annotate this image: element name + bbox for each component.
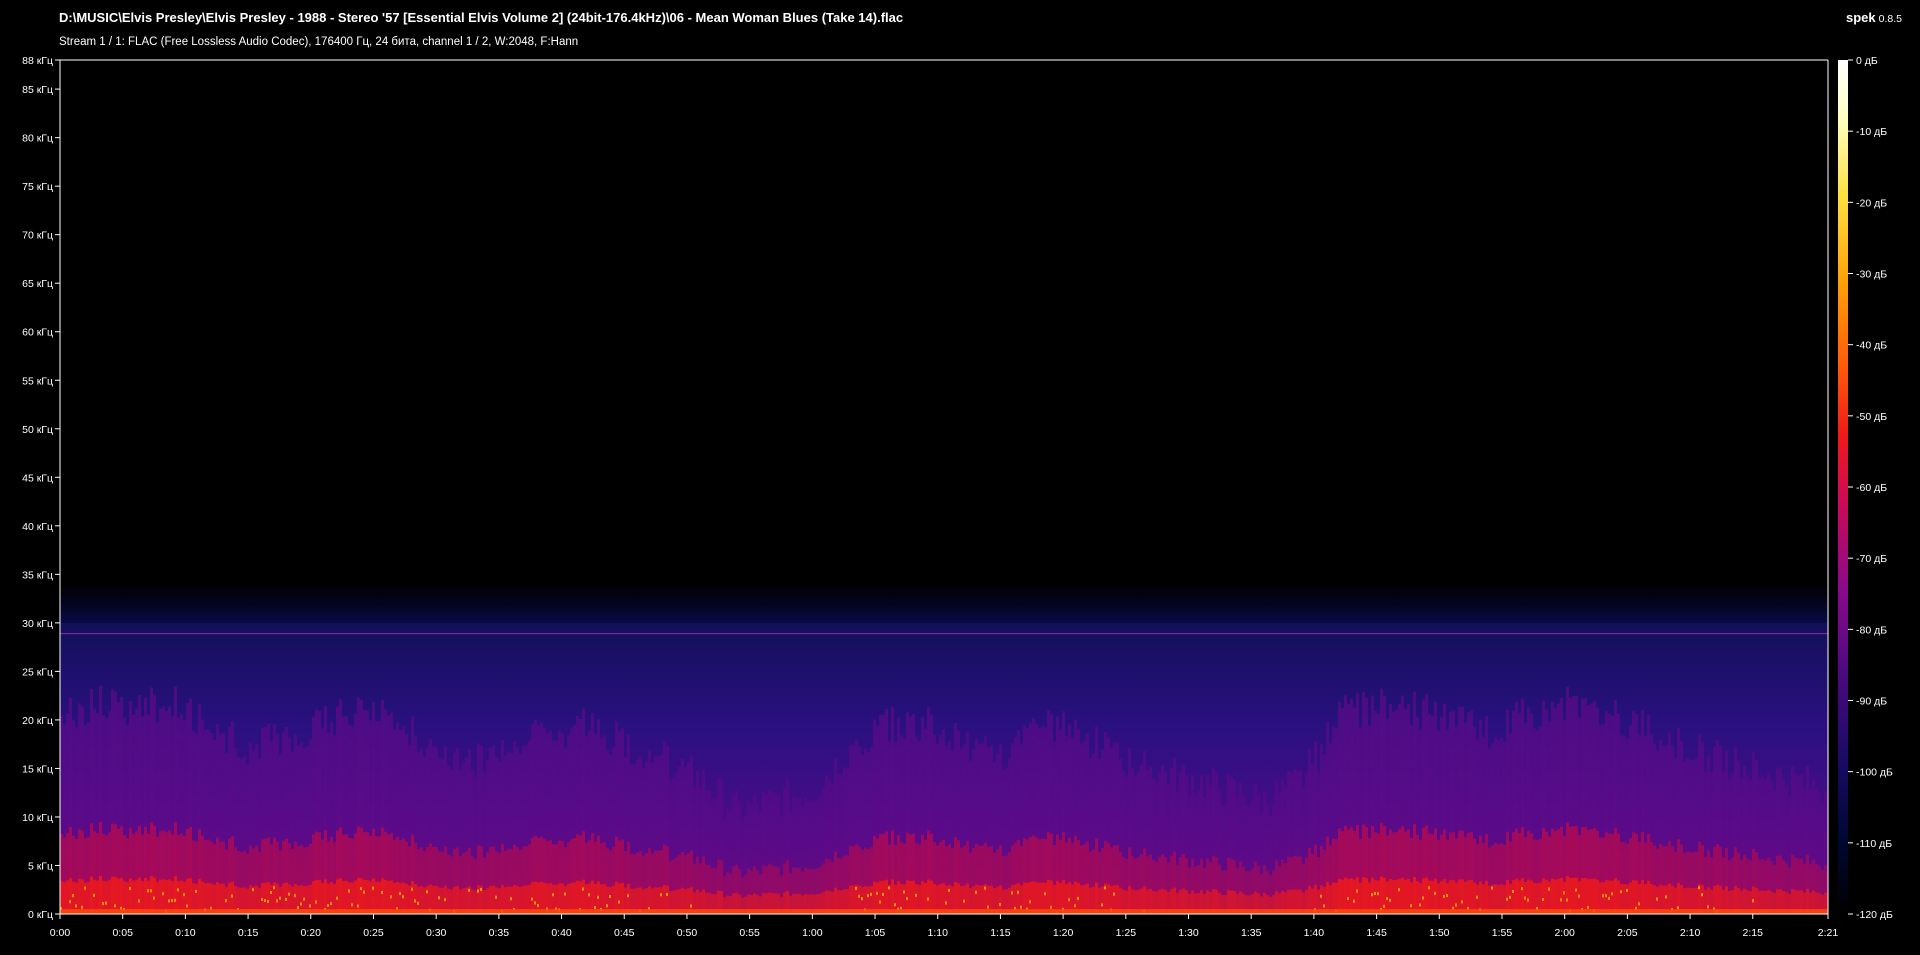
x-axis: 0:00 0:05 0:10 0:15 0:20 0:25 0:30 0:35 0:40 0:45… xyxy=(50,914,1839,939)
y-tick-label: 25 кГц xyxy=(22,666,53,678)
x-tick-label: 1:35 xyxy=(1241,927,1262,939)
x-tick-label: 0:55 xyxy=(739,927,760,939)
colorbar-tick-label: -30 дБ xyxy=(1856,269,1887,281)
y-tick-label: 15 кГц xyxy=(22,763,53,775)
colorbar-tick-label: -20 дБ xyxy=(1856,197,1887,209)
x-tick-label: 1:55 xyxy=(1492,927,1513,939)
y-tick-label: 30 кГц xyxy=(22,618,53,630)
x-tick-label: 0:30 xyxy=(426,927,447,939)
x-tick-label: 0:35 xyxy=(489,927,510,939)
colorbar-tick-label: -70 дБ xyxy=(1856,553,1887,565)
colorbar-tick-label: -110 дБ xyxy=(1856,838,1892,850)
y-tick-label: 40 кГц xyxy=(22,521,53,533)
spectrogram-plot xyxy=(60,60,1828,914)
x-tick-label: 1:20 xyxy=(1053,927,1074,939)
x-tick-label: 1:30 xyxy=(1178,927,1199,939)
x-tick-label: 1:10 xyxy=(928,927,949,939)
y-tick-label: 75 кГц xyxy=(22,181,53,193)
x-tick-label: 1:05 xyxy=(865,927,886,939)
colorbar-tick-label: -100 дБ xyxy=(1856,767,1893,779)
colorbar-tick-label: -50 дБ xyxy=(1856,411,1887,423)
x-tick-label: 2:15 xyxy=(1743,927,1764,939)
y-tick-label: 50 кГц xyxy=(22,424,53,436)
x-tick-label: 1:40 xyxy=(1304,927,1325,939)
x-tick-label: 0:20 xyxy=(301,927,322,939)
x-tick-label: 0:05 xyxy=(112,927,133,939)
x-tick-label: 0:50 xyxy=(677,927,698,939)
x-tick-label: 2:21 xyxy=(1818,927,1839,939)
y-tick-label: 10 кГц xyxy=(22,812,53,824)
spectrogram-chart: 0 кГц 5 кГц 10 кГц 15 кГц 20 кГц 25 кГц 30 кГц… xyxy=(22,55,1893,939)
colorbar-tick-label: -80 дБ xyxy=(1856,624,1887,636)
x-tick-label: 0:25 xyxy=(363,927,384,939)
x-tick-label: 1:25 xyxy=(1116,927,1137,939)
colorbar-tick-label: -120 дБ xyxy=(1856,909,1893,921)
y-tick-label: 5 кГц xyxy=(28,860,53,872)
colorbar-ramp xyxy=(1838,60,1848,914)
x-tick-label: 2:00 xyxy=(1554,927,1575,939)
x-tick-label: 0:00 xyxy=(50,927,71,939)
x-tick-label: 0:45 xyxy=(614,927,635,939)
x-tick-label: 0:40 xyxy=(551,927,572,939)
colorbar: 0 дБ -10 дБ -20 дБ -30 дБ -40 дБ -50 дБ -60 дБ… xyxy=(1838,55,1893,921)
y-tick-label: 20 кГц xyxy=(22,715,53,727)
x-tick-label: 1:15 xyxy=(990,927,1011,939)
y-axis: 0 кГц 5 кГц 10 кГц 15 кГц 20 кГц 25 кГц 30 кГц… xyxy=(22,55,60,921)
y-tick-label: 70 кГц xyxy=(22,230,53,242)
y-tick-label: 88 кГц xyxy=(22,55,53,67)
x-tick-label: 2:10 xyxy=(1680,927,1701,939)
y-tick-label: 55 кГц xyxy=(22,375,53,387)
x-tick-label: 1:45 xyxy=(1366,927,1387,939)
y-tick-label: 60 кГц xyxy=(22,327,53,339)
y-tick-label: 65 кГц xyxy=(22,278,53,290)
y-tick-label: 45 кГц xyxy=(22,472,53,484)
colorbar-tick-label: -40 дБ xyxy=(1856,340,1887,352)
spek-window: D:\MUSIC\Elvis Presley\Elvis Presley - 1… xyxy=(0,0,1920,955)
y-tick-label: 80 кГц xyxy=(22,133,53,145)
y-tick-label: 35 кГц xyxy=(22,569,53,581)
x-tick-label: 1:00 xyxy=(802,927,823,939)
colorbar-tick-label: -90 дБ xyxy=(1856,696,1887,708)
x-tick-label: 0:10 xyxy=(175,927,196,939)
x-tick-label: 0:15 xyxy=(238,927,259,939)
x-tick-label: 1:50 xyxy=(1429,927,1450,939)
x-tick-label: 2:05 xyxy=(1617,927,1638,939)
y-tick-label: 85 кГц xyxy=(22,84,53,96)
y-tick-label: 0 кГц xyxy=(28,909,53,921)
colorbar-ticks: 0 дБ -10 дБ -20 дБ -30 дБ -40 дБ -50 дБ -60 дБ… xyxy=(1848,55,1893,921)
colorbar-tick-label: 0 дБ xyxy=(1856,55,1878,67)
colorbar-tick-label: -60 дБ xyxy=(1856,482,1887,494)
colorbar-tick-label: -10 дБ xyxy=(1856,126,1887,138)
